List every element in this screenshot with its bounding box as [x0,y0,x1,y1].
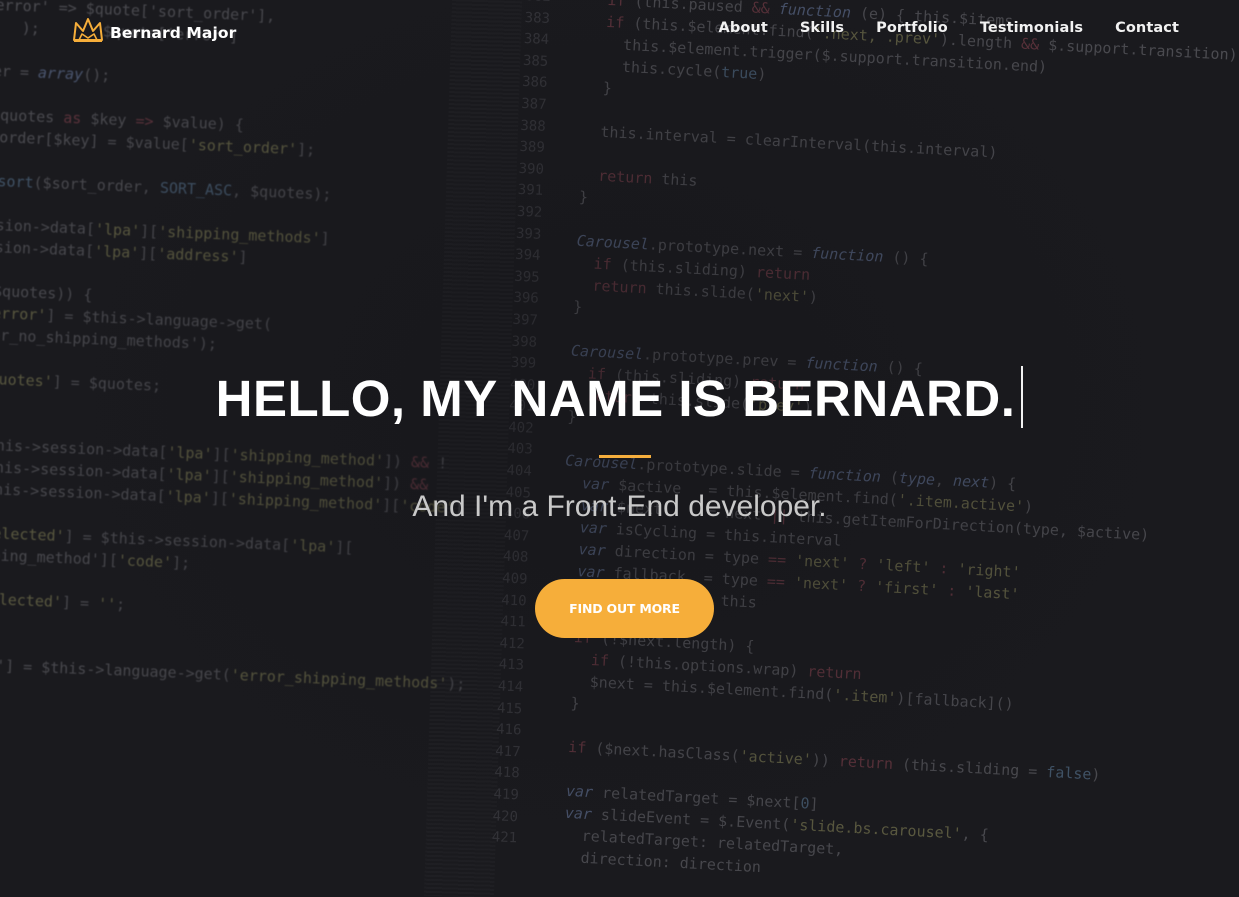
nav-link-portfolio[interactable]: Portfolio [876,20,948,36]
find-out-more-button[interactable]: FIND OUT MORE [535,579,714,638]
brand-logo-link[interactable]: Bernard Major [72,16,236,44]
hero-subtitle: And I'm a Front-End developer. [412,490,827,523]
hero-headline-text: HELLO, MY NAME IS BERNARD. [215,370,1016,427]
typing-cursor [1021,366,1024,428]
hero-section: error' => $quote['sort_order'], ); $quot… [0,0,1239,897]
nav-link-skills[interactable]: Skills [800,20,844,36]
nav-links: About Skills Portfolio Testimonials Cont… [719,20,1179,36]
nav-link-testimonials[interactable]: Testimonials [980,20,1083,36]
top-navigation: Bernard Major About Skills Portfolio Tes… [0,0,1239,62]
brand-name: Bernard Major [110,24,237,42]
hero-headline: HELLO, MY NAME IS BERNARD. [0,366,1239,431]
nav-link-about[interactable]: About [719,20,768,36]
crown-icon [73,18,103,42]
hero-divider [599,455,651,458]
dark-overlay [0,0,1239,897]
nav-link-contact[interactable]: Contact [1115,20,1179,36]
